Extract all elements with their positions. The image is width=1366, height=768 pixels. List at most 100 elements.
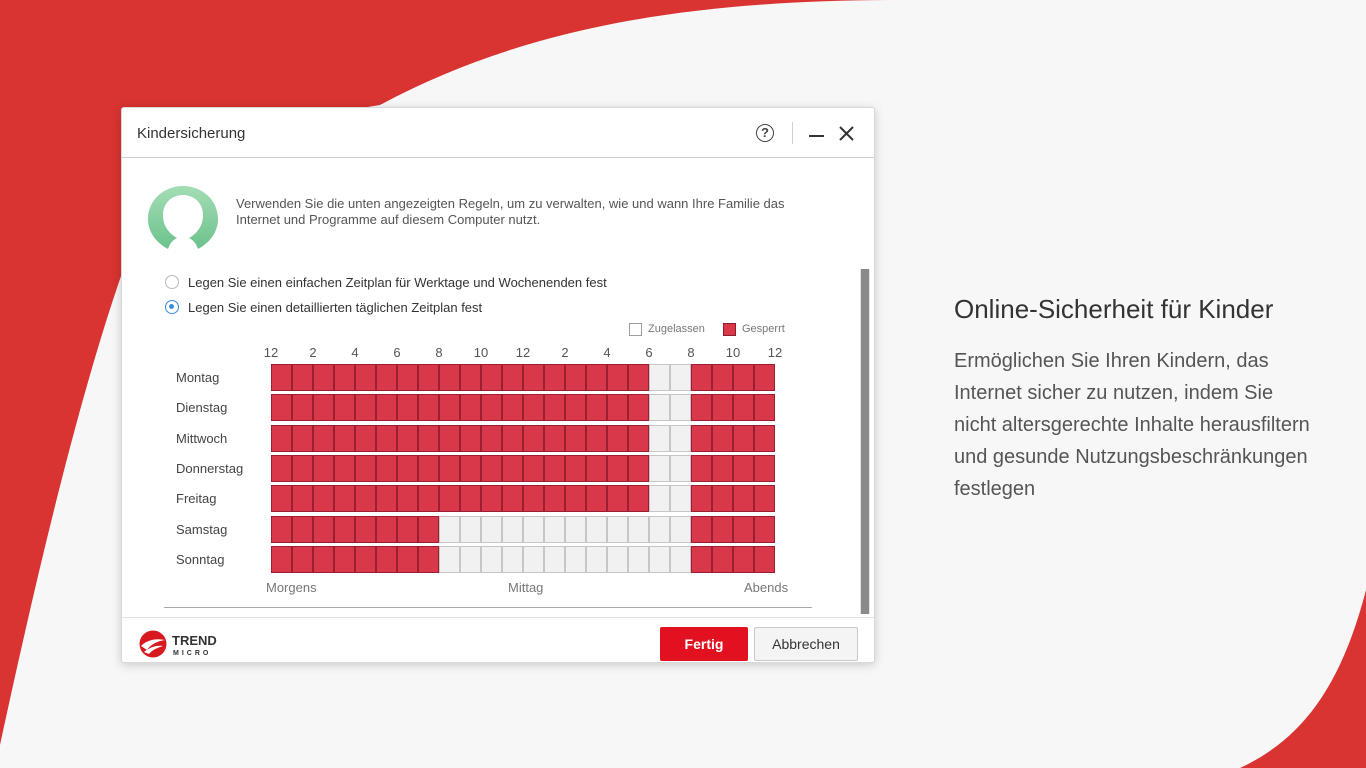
schedule-cell[interactable] bbox=[481, 394, 502, 422]
schedule-cell[interactable] bbox=[733, 364, 754, 391]
schedule-cell[interactable] bbox=[292, 364, 313, 391]
schedule-cell[interactable] bbox=[313, 454, 334, 482]
scrollbar[interactable] bbox=[860, 269, 870, 614]
schedule-cell[interactable] bbox=[586, 515, 607, 543]
scrollbar-thumb[interactable] bbox=[861, 269, 869, 614]
schedule-cell[interactable] bbox=[754, 515, 775, 543]
schedule-cell[interactable] bbox=[628, 454, 649, 482]
schedule-cell[interactable] bbox=[607, 454, 628, 482]
schedule-cell[interactable] bbox=[628, 515, 649, 543]
schedule-cell[interactable] bbox=[481, 424, 502, 452]
schedule-cell[interactable] bbox=[628, 424, 649, 452]
schedule-cell[interactable] bbox=[544, 485, 565, 513]
schedule-cell[interactable] bbox=[397, 485, 418, 513]
schedule-cell[interactable] bbox=[397, 424, 418, 452]
schedule-cell[interactable] bbox=[649, 364, 670, 391]
schedule-cell[interactable] bbox=[670, 485, 691, 513]
schedule-cell[interactable] bbox=[376, 364, 397, 391]
schedule-cell[interactable] bbox=[649, 545, 670, 573]
schedule-cell[interactable] bbox=[544, 364, 565, 391]
schedule-cell[interactable] bbox=[733, 424, 754, 452]
schedule-cell[interactable] bbox=[754, 454, 775, 482]
schedule-cell[interactable] bbox=[523, 515, 544, 543]
schedule-cell[interactable] bbox=[439, 485, 460, 513]
schedule-cell[interactable] bbox=[565, 515, 586, 543]
schedule-cell[interactable] bbox=[586, 454, 607, 482]
schedule-cell[interactable] bbox=[376, 454, 397, 482]
schedule-cell[interactable] bbox=[565, 364, 586, 391]
schedule-cell[interactable] bbox=[439, 394, 460, 422]
schedule-cell[interactable] bbox=[418, 454, 439, 482]
schedule-cell[interactable] bbox=[334, 454, 355, 482]
schedule-cell[interactable] bbox=[565, 545, 586, 573]
schedule-cell[interactable] bbox=[754, 394, 775, 422]
schedule-cell[interactable] bbox=[754, 424, 775, 452]
schedule-cell[interactable] bbox=[544, 424, 565, 452]
schedule-cell[interactable] bbox=[460, 515, 481, 543]
schedule-cell[interactable] bbox=[523, 485, 544, 513]
schedule-cell[interactable] bbox=[649, 454, 670, 482]
radio-simple-schedule[interactable] bbox=[165, 275, 179, 289]
schedule-cell[interactable] bbox=[313, 394, 334, 422]
schedule-cell[interactable] bbox=[376, 545, 397, 573]
schedule-cell[interactable] bbox=[439, 545, 460, 573]
schedule-cell[interactable] bbox=[418, 485, 439, 513]
schedule-cell[interactable] bbox=[607, 364, 628, 391]
schedule-cell[interactable] bbox=[418, 364, 439, 391]
schedule-cell[interactable] bbox=[481, 545, 502, 573]
schedule-cell[interactable] bbox=[670, 515, 691, 543]
help-icon[interactable]: ? bbox=[756, 124, 774, 142]
schedule-cell[interactable] bbox=[355, 424, 376, 452]
schedule-cell[interactable] bbox=[586, 485, 607, 513]
schedule-cell[interactable] bbox=[397, 394, 418, 422]
schedule-cell[interactable] bbox=[565, 394, 586, 422]
schedule-cell[interactable] bbox=[355, 364, 376, 391]
schedule-cell[interactable] bbox=[418, 515, 439, 543]
minimize-icon[interactable] bbox=[809, 135, 824, 137]
schedule-cell[interactable] bbox=[334, 545, 355, 573]
schedule-cell[interactable] bbox=[523, 454, 544, 482]
schedule-cell[interactable] bbox=[271, 364, 292, 391]
schedule-cell[interactable] bbox=[460, 364, 481, 391]
schedule-cell[interactable] bbox=[418, 424, 439, 452]
schedule-cell[interactable] bbox=[628, 364, 649, 391]
schedule-cell[interactable] bbox=[670, 424, 691, 452]
schedule-cell[interactable] bbox=[439, 454, 460, 482]
schedule-cell[interactable] bbox=[355, 394, 376, 422]
schedule-cell[interactable] bbox=[523, 394, 544, 422]
schedule-cell[interactable] bbox=[712, 394, 733, 422]
schedule-cell[interactable] bbox=[502, 485, 523, 513]
schedule-cell[interactable] bbox=[754, 364, 775, 391]
schedule-cell[interactable] bbox=[544, 515, 565, 543]
schedule-cell[interactable] bbox=[334, 515, 355, 543]
schedule-cell[interactable] bbox=[628, 545, 649, 573]
schedule-cell[interactable] bbox=[607, 545, 628, 573]
schedule-cell[interactable] bbox=[691, 424, 712, 452]
schedule-cell[interactable] bbox=[397, 454, 418, 482]
schedule-cell[interactable] bbox=[712, 545, 733, 573]
schedule-cell[interactable] bbox=[691, 394, 712, 422]
schedule-cell[interactable] bbox=[334, 424, 355, 452]
schedule-cell[interactable] bbox=[733, 515, 754, 543]
schedule-cell[interactable] bbox=[565, 485, 586, 513]
done-button[interactable]: Fertig bbox=[660, 627, 748, 661]
schedule-cell[interactable] bbox=[271, 394, 292, 422]
schedule-cell[interactable] bbox=[313, 545, 334, 573]
schedule-cell[interactable] bbox=[355, 454, 376, 482]
schedule-cell[interactable] bbox=[586, 394, 607, 422]
schedule-cell[interactable] bbox=[712, 485, 733, 513]
schedule-cell[interactable] bbox=[313, 424, 334, 452]
schedule-cell[interactable] bbox=[754, 545, 775, 573]
schedule-cell[interactable] bbox=[376, 394, 397, 422]
schedule-cell[interactable] bbox=[691, 454, 712, 482]
schedule-cell[interactable] bbox=[607, 394, 628, 422]
schedule-cell[interactable] bbox=[355, 515, 376, 543]
schedule-cell[interactable] bbox=[292, 515, 313, 543]
schedule-cell[interactable] bbox=[607, 515, 628, 543]
schedule-cell[interactable] bbox=[712, 515, 733, 543]
schedule-cell[interactable] bbox=[670, 545, 691, 573]
schedule-cell[interactable] bbox=[754, 485, 775, 513]
schedule-cell[interactable] bbox=[397, 364, 418, 391]
schedule-cell[interactable] bbox=[523, 545, 544, 573]
schedule-cell[interactable] bbox=[502, 364, 523, 391]
